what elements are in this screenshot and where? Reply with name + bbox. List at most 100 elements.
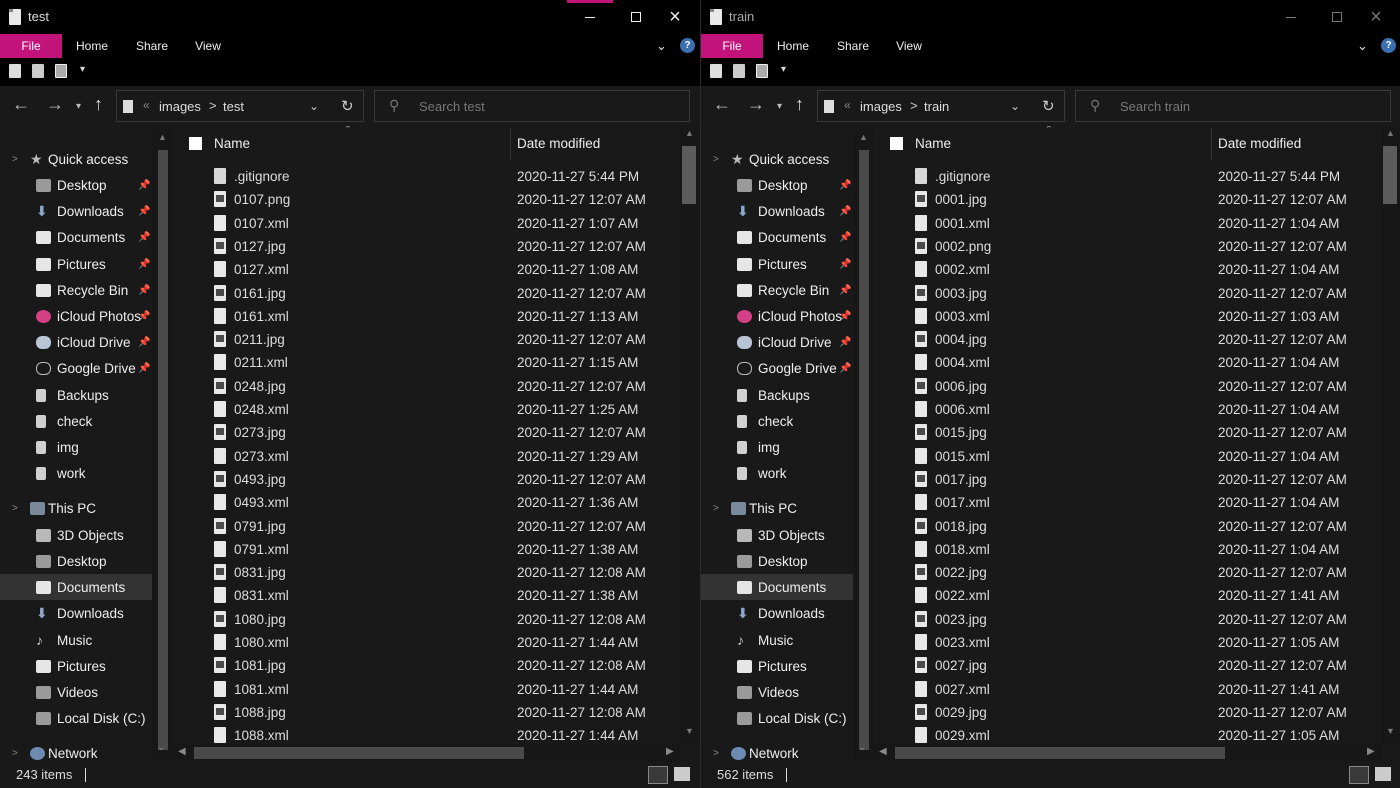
file-row[interactable]: 0001.xml 2020-11-27 1:04 AM (873, 212, 1381, 235)
back-button[interactable]: ← (713, 94, 731, 115)
nav-item[interactable]: Documents (0, 574, 152, 600)
back-button[interactable]: ← (12, 94, 30, 115)
expand-icon[interactable]: > (713, 503, 719, 514)
nav-pane-scrollbar[interactable]: ▲ ⌄ (152, 130, 172, 762)
nav-item[interactable]: Documents (701, 574, 853, 600)
file-list-vertical-scrollbar[interactable]: ▲ ▼ (680, 126, 698, 744)
nav-item[interactable]: > Network (701, 740, 853, 762)
nav-item[interactable]: Pictures (0, 653, 152, 679)
file-row[interactable]: 0248.xml 2020-11-27 1:25 AM (172, 398, 680, 421)
up-button[interactable]: ↑ (94, 94, 103, 115)
file-row[interactable]: 0017.xml 2020-11-27 1:04 AM (873, 491, 1381, 514)
help-icon[interactable]: ? (1381, 38, 1396, 53)
nav-item[interactable]: Desktop 📌 (701, 172, 853, 198)
column-date-modified[interactable]: Date modified (1218, 136, 1301, 151)
nav-item[interactable]: Documents 📌 (701, 224, 853, 250)
file-row[interactable]: 0003.xml 2020-11-27 1:03 AM (873, 305, 1381, 328)
nav-item[interactable]: Recycle Bin 📌 (0, 277, 152, 303)
scroll-up-icon[interactable]: ▲ (859, 132, 868, 142)
column-divider[interactable] (1211, 128, 1212, 160)
search-input[interactable]: Search test (419, 99, 485, 114)
nav-item[interactable]: > ★ Quick access (701, 146, 853, 172)
forward-button[interactable]: → (46, 94, 64, 115)
file-row[interactable]: .gitignore 2020-11-27 5:44 PM (873, 165, 1381, 188)
file-row[interactable]: 0161.xml 2020-11-27 1:13 AM (172, 305, 680, 328)
nav-item[interactable]: ♪ Music (701, 627, 853, 653)
nav-item[interactable]: > ★ Quick access (0, 146, 152, 172)
file-row[interactable]: 0004.xml 2020-11-27 1:04 AM (873, 351, 1381, 374)
file-row[interactable]: .gitignore 2020-11-27 5:44 PM (172, 165, 680, 188)
scrollbar-thumb[interactable] (682, 146, 696, 204)
tab-share[interactable]: Share (128, 34, 176, 58)
scrollbar-thumb[interactable] (895, 747, 1225, 759)
file-row[interactable]: 0006.xml 2020-11-27 1:04 AM (873, 398, 1381, 421)
nav-item[interactable]: Backups (701, 382, 853, 408)
address-dropdown-icon[interactable]: ⌄ (1010, 99, 1020, 113)
file-row[interactable]: 0211.xml 2020-11-27 1:15 AM (172, 351, 680, 374)
nav-item[interactable]: iCloud Photos 📌 (0, 303, 152, 329)
file-row[interactable]: 0248.jpg 2020-11-27 12:07 AM (172, 375, 680, 398)
properties-icon[interactable] (9, 64, 21, 78)
breadcrumb-images[interactable]: images (159, 99, 201, 114)
expand-icon[interactable]: > (12, 154, 18, 165)
file-list-horizontal-scrollbar[interactable]: ◀ ▶ (172, 744, 680, 762)
tab-file[interactable]: File (701, 34, 763, 58)
nav-item[interactable]: iCloud Drive 📌 (0, 329, 152, 355)
scrollbar-thumb[interactable] (194, 747, 524, 759)
file-row[interactable]: 0027.xml 2020-11-27 1:41 AM (873, 678, 1381, 701)
delete-icon[interactable] (55, 64, 67, 78)
column-name[interactable]: Name (915, 136, 951, 151)
file-row[interactable]: 0017.jpg 2020-11-27 12:07 AM (873, 468, 1381, 491)
file-row[interactable]: 0273.xml 2020-11-27 1:29 AM (172, 445, 680, 468)
search-input[interactable]: Search train (1120, 99, 1190, 114)
file-row[interactable]: 0018.jpg 2020-11-27 12:07 AM (873, 515, 1381, 538)
expand-icon[interactable]: > (12, 748, 18, 759)
column-date-modified[interactable]: Date modified (517, 136, 600, 151)
nav-item[interactable]: work (701, 460, 853, 486)
address-bar[interactable]: « images > test ⌄ ↻ (116, 90, 364, 122)
file-row[interactable]: 0018.xml 2020-11-27 1:04 AM (873, 538, 1381, 561)
file-row[interactable]: 0001.jpg 2020-11-27 12:07 AM (873, 188, 1381, 211)
nav-item[interactable]: Pictures (701, 653, 853, 679)
nav-item[interactable]: work (0, 460, 152, 486)
select-all-checkbox[interactable] (189, 137, 202, 150)
nav-item[interactable]: Pictures 📌 (0, 251, 152, 277)
file-row[interactable]: 0791.xml 2020-11-27 1:38 AM (172, 538, 680, 561)
refresh-icon[interactable]: ↻ (341, 97, 354, 115)
title-bar[interactable]: test × (0, 0, 700, 34)
file-row[interactable]: 1081.jpg 2020-11-27 12:08 AM (172, 654, 680, 677)
nav-item[interactable]: ⬇ Downloads 📌 (0, 198, 152, 224)
file-row[interactable]: 0107.png 2020-11-27 12:07 AM (172, 188, 680, 211)
nav-item[interactable]: img (701, 434, 853, 460)
breadcrumb-images[interactable]: images (860, 99, 902, 114)
search-box[interactable]: ⚲ Search test (374, 90, 690, 122)
details-view-icon[interactable] (648, 766, 668, 784)
file-row[interactable]: 0107.xml 2020-11-27 1:07 AM (172, 212, 680, 235)
refresh-icon[interactable]: ↻ (1042, 97, 1055, 115)
breadcrumb-overflow[interactable]: « (143, 98, 150, 112)
expand-ribbon-icon[interactable]: ⌄ (656, 38, 667, 54)
file-row[interactable]: 0022.xml 2020-11-27 1:41 AM (873, 584, 1381, 607)
file-row[interactable]: 0831.xml 2020-11-27 1:38 AM (172, 584, 680, 607)
details-view-icon[interactable] (1349, 766, 1369, 784)
search-box[interactable]: ⚲ Search train (1075, 90, 1391, 122)
tab-view[interactable]: View (186, 34, 230, 58)
properties-icon[interactable] (710, 64, 722, 78)
file-row[interactable]: 1088.xml 2020-11-27 1:44 AM (172, 724, 680, 744)
breadcrumb-current[interactable]: train (924, 99, 949, 114)
recent-locations-icon[interactable]: ▾ (777, 101, 782, 112)
nav-item[interactable]: Documents 📌 (0, 224, 152, 250)
file-row[interactable]: 0493.jpg 2020-11-27 12:07 AM (172, 468, 680, 491)
file-row[interactable]: 0273.jpg 2020-11-27 12:07 AM (172, 421, 680, 444)
recent-locations-icon[interactable]: ▾ (76, 101, 81, 112)
nav-item[interactable]: Videos (701, 679, 853, 705)
breadcrumb-overflow[interactable]: « (844, 98, 851, 112)
minimize-button[interactable] (567, 0, 613, 34)
scroll-down-icon[interactable]: ▼ (685, 726, 694, 736)
scroll-down-icon[interactable]: ⌄ (858, 742, 866, 753)
customize-toolbar-icon[interactable]: ▾ (80, 64, 85, 75)
file-row[interactable]: 1081.xml 2020-11-27 1:44 AM (172, 678, 680, 701)
nav-pane-scrollbar[interactable]: ▲ ⌄ (853, 130, 873, 762)
help-icon[interactable]: ? (680, 38, 695, 53)
tab-home[interactable]: Home (769, 34, 817, 58)
